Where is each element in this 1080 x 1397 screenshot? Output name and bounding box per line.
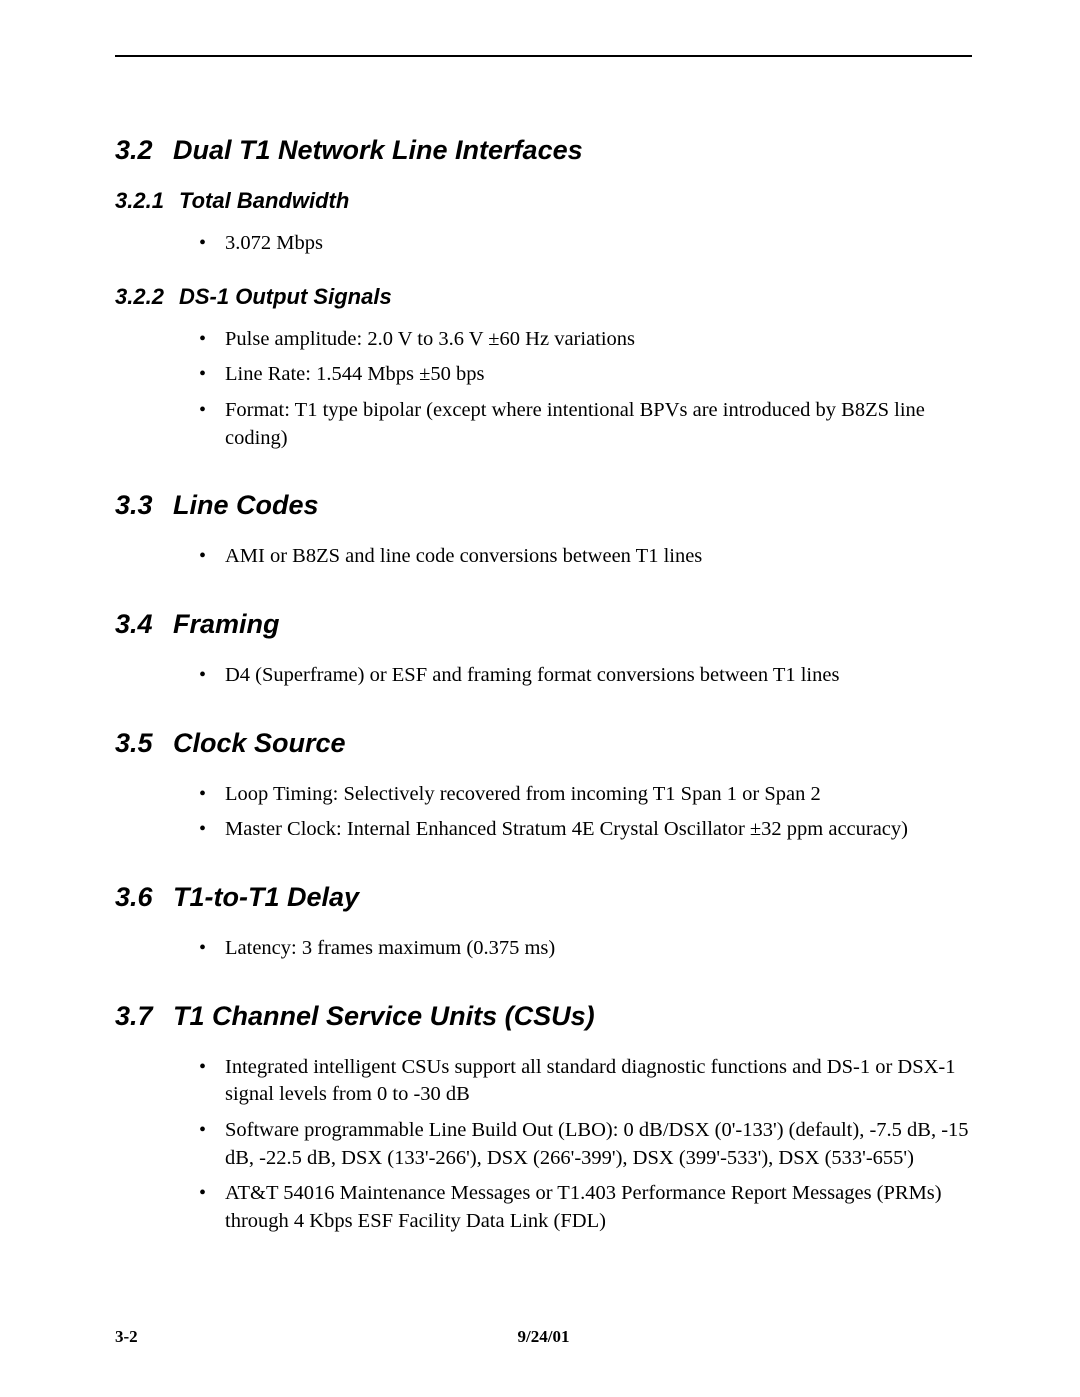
list-item: Latency: 3 frames maximum (0.375 ms)	[195, 935, 972, 963]
list-item: AMI or B8ZS and line code conversions be…	[195, 543, 972, 571]
bullet-list: AMI or B8ZS and line code conversions be…	[195, 543, 972, 571]
heading-number: 3.4	[115, 609, 173, 640]
heading-3-7: 3.7T1 Channel Service Units (CSUs)	[115, 1001, 972, 1032]
bullet-list: D4 (Superframe) or ESF and framing forma…	[195, 662, 972, 690]
heading-number: 3.2.2	[115, 284, 179, 310]
bullet-list: Loop Timing: Selectively recovered from …	[195, 781, 972, 844]
heading-title: Total Bandwidth	[179, 188, 349, 213]
bullet-list: 3.072 Mbps	[195, 230, 972, 258]
bullet-list: Latency: 3 frames maximum (0.375 ms)	[195, 935, 972, 963]
list-item: 3.072 Mbps	[195, 230, 972, 258]
list-item: Software programmable Line Build Out (LB…	[195, 1117, 972, 1172]
list-item: D4 (Superframe) or ESF and framing forma…	[195, 662, 972, 690]
heading-number: 3.5	[115, 728, 173, 759]
heading-title: DS-1 Output Signals	[179, 284, 392, 309]
heading-number: 3.2.1	[115, 188, 179, 214]
heading-3-2: 3.2Dual T1 Network Line Interfaces	[115, 135, 972, 166]
heading-title: Dual T1 Network Line Interfaces	[173, 135, 583, 165]
header-rule	[115, 55, 972, 57]
heading-3-2-1: 3.2.1Total Bandwidth	[115, 188, 972, 214]
heading-number: 3.3	[115, 490, 173, 521]
heading-title: T1-to-T1 Delay	[173, 882, 359, 912]
list-item: Loop Timing: Selectively recovered from …	[195, 781, 972, 809]
footer-date: 9/24/01	[115, 1327, 972, 1347]
heading-number: 3.7	[115, 1001, 173, 1032]
page-footer: 3-2 9/24/01	[115, 1327, 972, 1347]
heading-title: Line Codes	[173, 490, 319, 520]
list-item: Master Clock: Internal Enhanced Stratum …	[195, 816, 972, 844]
heading-title: T1 Channel Service Units (CSUs)	[173, 1001, 595, 1031]
heading-title: Clock Source	[173, 728, 346, 758]
heading-number: 3.6	[115, 882, 173, 913]
bullet-list: Pulse amplitude: 2.0 V to 3.6 V ±60 Hz v…	[195, 326, 972, 453]
list-item: AT&T 54016 Maintenance Messages or T1.40…	[195, 1180, 972, 1235]
heading-3-3: 3.3Line Codes	[115, 490, 972, 521]
heading-3-2-2: 3.2.2DS-1 Output Signals	[115, 284, 972, 310]
list-item: Integrated intelligent CSUs support all …	[195, 1054, 972, 1109]
heading-3-6: 3.6T1-to-T1 Delay	[115, 882, 972, 913]
document-page: 3.2Dual T1 Network Line Interfaces 3.2.1…	[0, 0, 1080, 1397]
heading-3-5: 3.5Clock Source	[115, 728, 972, 759]
list-item: Line Rate: 1.544 Mbps ±50 bps	[195, 361, 972, 389]
list-item: Pulse amplitude: 2.0 V to 3.6 V ±60 Hz v…	[195, 326, 972, 354]
bullet-list: Integrated intelligent CSUs support all …	[195, 1054, 972, 1236]
list-item: Format: T1 type bipolar (except where in…	[195, 397, 972, 452]
heading-3-4: 3.4Framing	[115, 609, 972, 640]
heading-title: Framing	[173, 609, 280, 639]
heading-number: 3.2	[115, 135, 173, 166]
